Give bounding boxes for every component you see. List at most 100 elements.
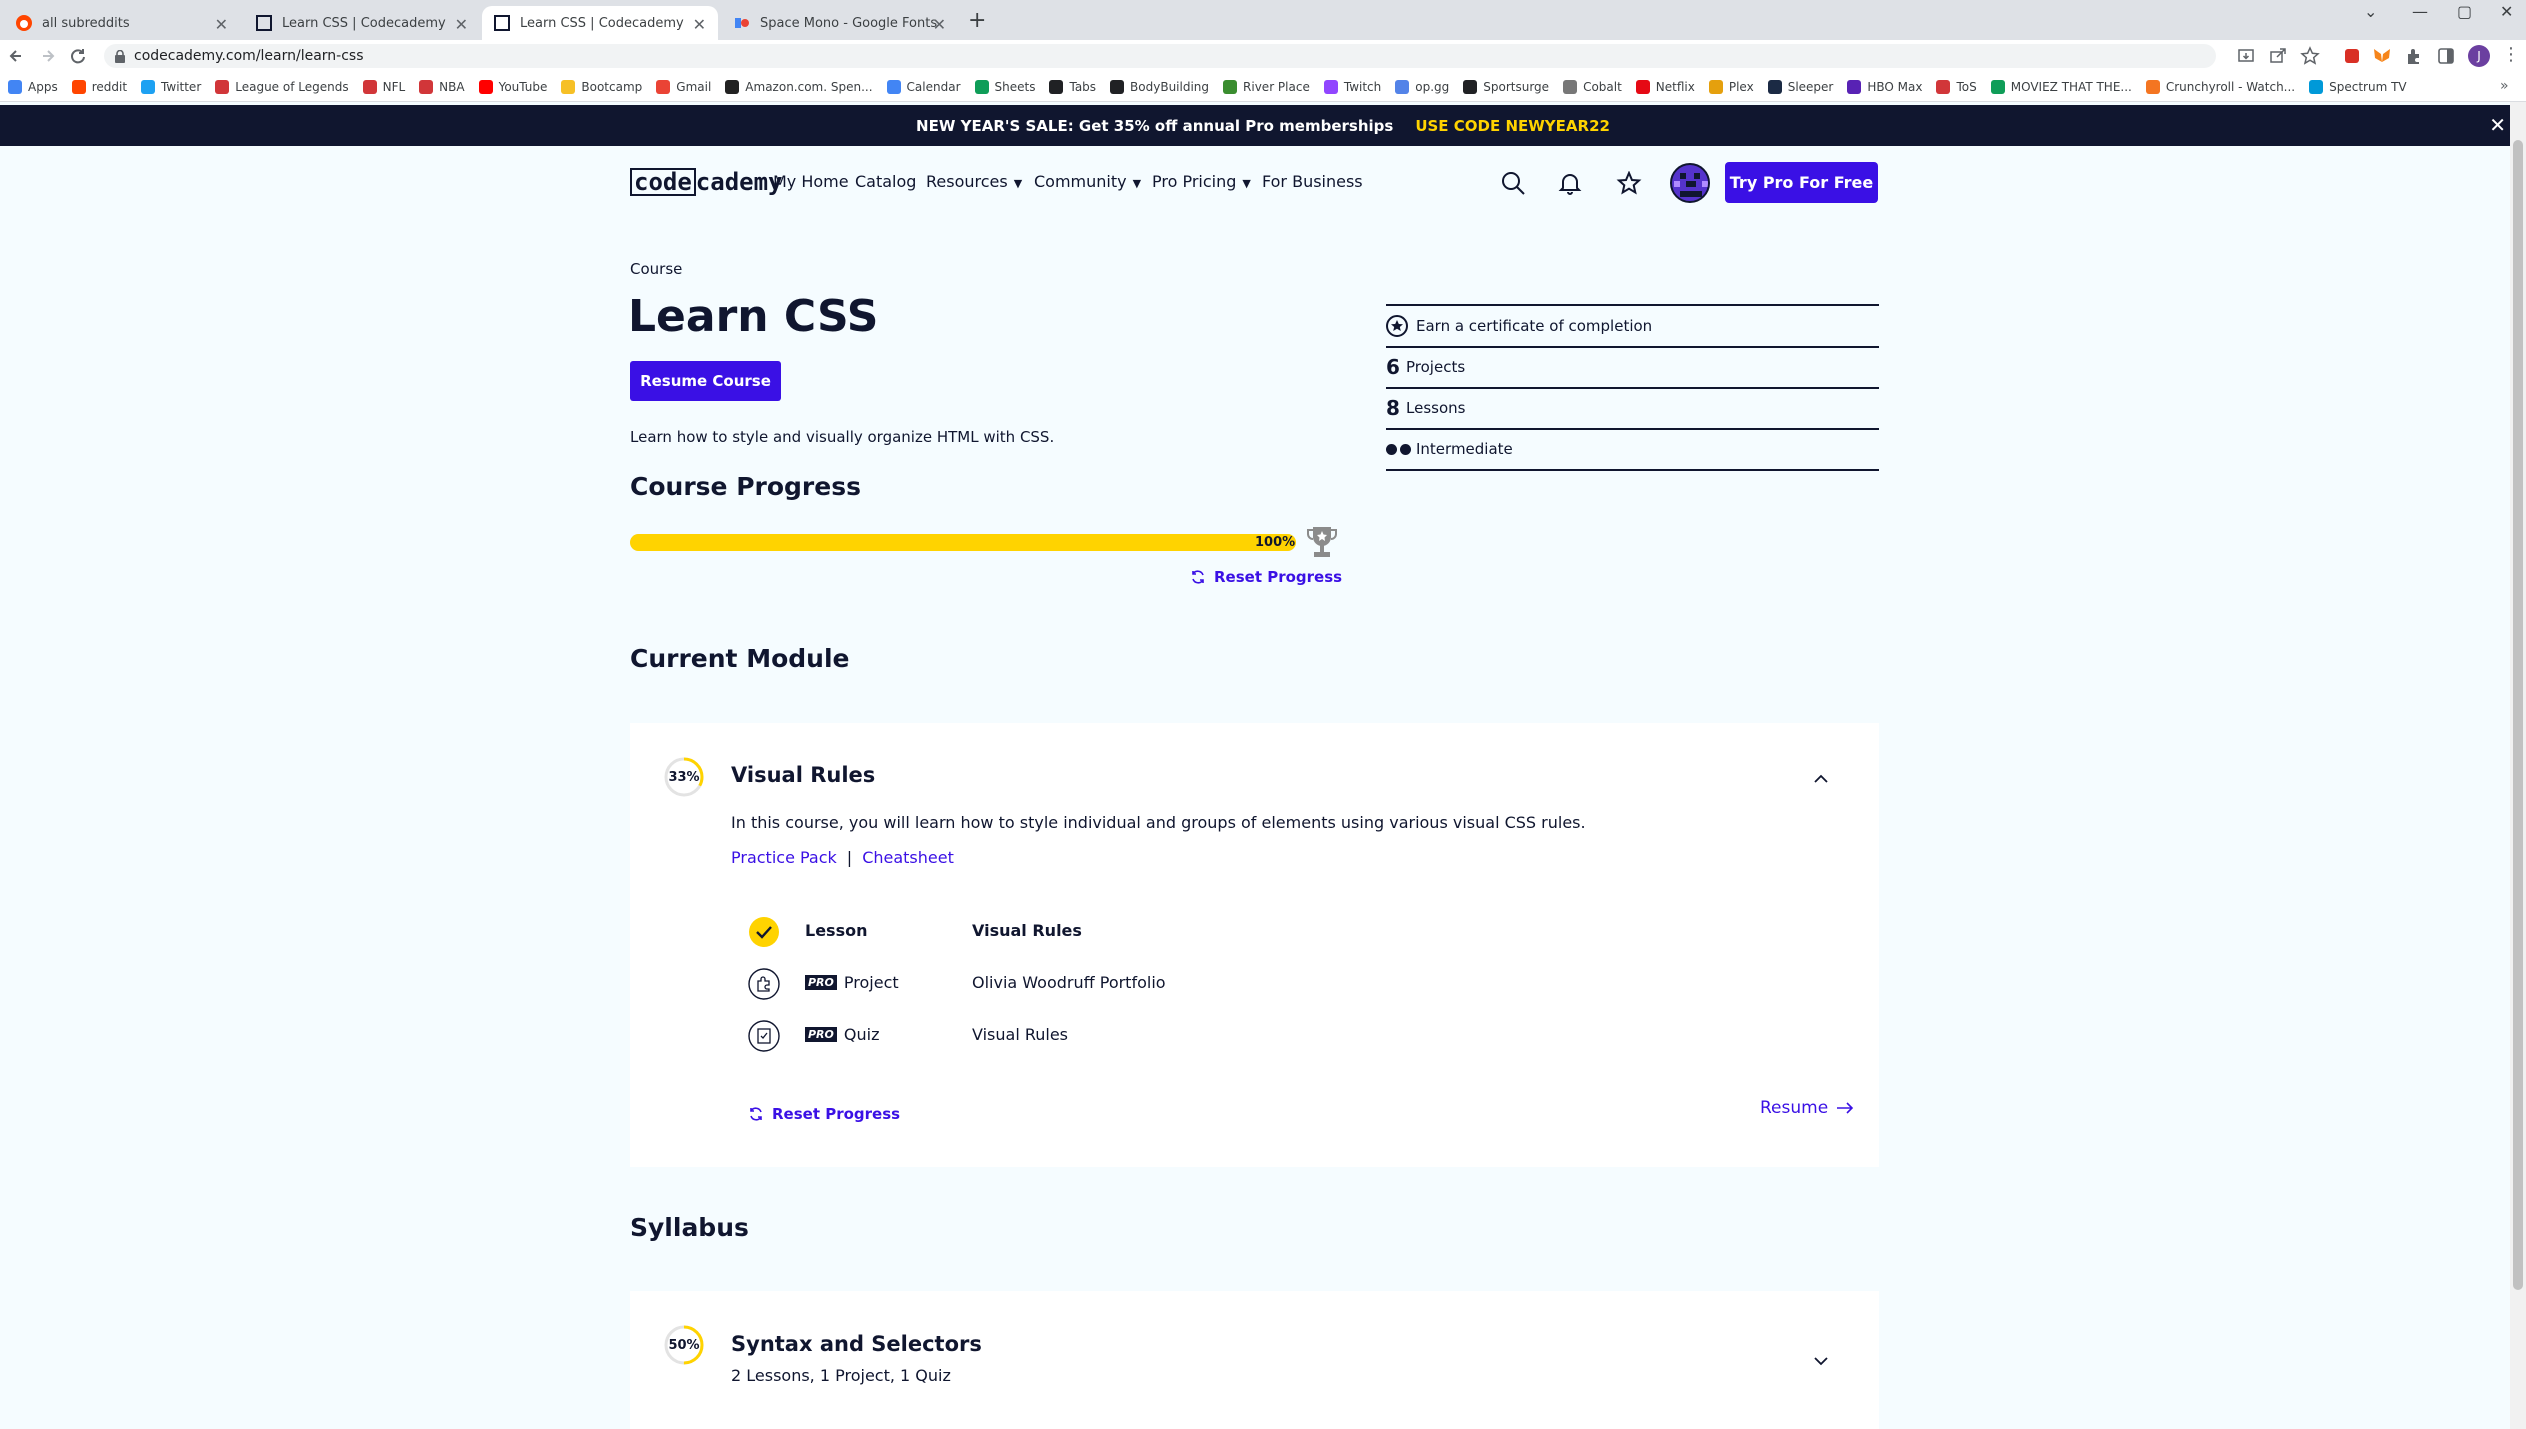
bookmark-item[interactable]: HBO Max <box>1847 79 1922 94</box>
try-pro-button[interactable]: Try Pro For Free <box>1725 162 1878 203</box>
bookmark-item[interactable]: ToS <box>1936 79 1977 94</box>
user-avatar[interactable] <box>1670 163 1710 203</box>
nav-resources-label: Resources <box>926 172 1008 191</box>
bookmark-favicon-icon <box>1767 79 1782 94</box>
bookmark-item[interactable]: Twitch <box>1323 79 1381 94</box>
nav-community[interactable]: Community ▼ <box>1034 172 1141 191</box>
close-window-icon[interactable]: ✕ <box>2500 2 2513 21</box>
bookmark-label: Calendar <box>906 79 961 94</box>
minimize-window-icon[interactable]: — <box>2412 2 2428 21</box>
bookmark-item[interactable]: NBA <box>419 79 465 94</box>
scrollbar-thumb[interactable] <box>2513 140 2523 1290</box>
module-reset-progress-link[interactable]: Reset Progress <box>748 1105 900 1123</box>
extension-icon[interactable] <box>2342 46 2362 66</box>
bookmark-item[interactable]: op.gg <box>1395 79 1450 94</box>
bookmark-label: BodyBuilding <box>1130 79 1210 94</box>
search-icon[interactable] <box>1500 170 1526 196</box>
nav-my-home[interactable]: My Home <box>773 172 849 191</box>
bookmark-item[interactable]: reddit <box>71 79 127 94</box>
reset-progress-link[interactable]: Reset Progress <box>1190 568 1342 586</box>
forward-arrow-icon[interactable] <box>38 46 58 66</box>
address-bar[interactable]: codecademy.com/learn/learn-css <box>104 44 2216 68</box>
module-item-name[interactable]: Olivia Woodruff Portfolio <box>972 973 1166 992</box>
bookmark-item[interactable]: Bootcamp <box>561 79 642 94</box>
bookmark-item[interactable]: Plex <box>1708 79 1754 94</box>
codecademy-logo[interactable]: code cademy <box>630 168 783 196</box>
bookmark-label: League of Legends <box>235 79 349 94</box>
bookmark-item[interactable]: River Place <box>1223 79 1310 94</box>
close-tab-icon[interactable]: ✕ <box>455 15 468 34</box>
share-icon[interactable] <box>2268 46 2288 66</box>
bookmark-label: ToS <box>1956 79 1977 94</box>
cheatsheet-link[interactable]: Cheatsheet <box>862 848 954 867</box>
bookmark-item[interactable]: Twitter <box>141 79 201 94</box>
bookmark-item[interactable]: YouTube <box>478 79 547 94</box>
module-resume-link[interactable]: Resume <box>1760 1098 1854 1118</box>
close-tab-icon[interactable]: ✕ <box>693 15 706 34</box>
close-banner-icon[interactable]: ✕ <box>2489 113 2506 137</box>
expand-chevron-down-icon[interactable] <box>1810 1350 1832 1372</box>
saved-star-icon[interactable] <box>1616 171 1642 197</box>
logo-cademy: cademy <box>695 168 783 196</box>
bookmark-item[interactable]: Sportsurge <box>1463 79 1549 94</box>
close-tab-icon[interactable]: ✕ <box>933 15 946 34</box>
profile-initial: J <box>2477 49 2481 63</box>
new-tab-plus-icon[interactable]: + <box>968 8 986 33</box>
nav-catalog[interactable]: Catalog <box>855 172 916 191</box>
bookmark-item[interactable]: Calendar <box>886 79 961 94</box>
bookmark-favicon-icon <box>656 79 671 94</box>
bookmark-favicon-icon <box>2309 79 2324 94</box>
back-arrow-icon[interactable] <box>6 46 26 66</box>
tab-search-chevron-icon[interactable]: ⌄ <box>2364 2 2377 21</box>
side-panel-icon[interactable] <box>2436 46 2456 66</box>
bookmark-item[interactable]: Sleeper <box>1767 79 1833 94</box>
bookmark-item[interactable]: Spectrum TV <box>2309 79 2407 94</box>
maximize-window-icon[interactable]: ▢ <box>2457 2 2472 21</box>
course-description: Learn how to style and visually organize… <box>630 428 1055 446</box>
bookmark-item[interactable]: Amazon.com. Spen... <box>725 79 873 94</box>
metamask-extension-icon[interactable] <box>2372 46 2392 66</box>
bookmark-favicon-icon <box>1990 79 2005 94</box>
extensions-puzzle-icon[interactable] <box>2404 46 2424 66</box>
bookmark-item[interactable]: Tabs <box>1049 79 1096 94</box>
module-item-type: Quiz <box>843 1025 880 1044</box>
bookmark-item[interactable]: MOVIEZ THAT THE... <box>1990 79 2132 94</box>
browser-tab[interactable]: Space Mono - Google Fonts ✕ <box>722 6 958 40</box>
install-app-icon[interactable] <box>2236 46 2256 66</box>
collapse-chevron-up-icon[interactable] <box>1810 768 1832 790</box>
bookmark-item[interactable]: Sheets <box>974 79 1035 94</box>
syllabus-module-card[interactable] <box>630 1291 1879 1429</box>
bookmark-item[interactable]: League of Legends <box>215 79 349 94</box>
close-tab-icon[interactable]: ✕ <box>215 15 228 34</box>
bookmark-favicon-icon <box>725 79 740 94</box>
lock-icon[interactable] <box>114 50 126 63</box>
browser-menu-icon[interactable]: ⋮ <box>2502 44 2522 65</box>
notification-bell-icon[interactable] <box>1557 170 1583 196</box>
module-item-type-row: PRO Project <box>805 973 899 992</box>
bookmark-label: op.gg <box>1415 79 1450 94</box>
module-item-name[interactable]: Visual Rules <box>972 1025 1068 1044</box>
promo-banner[interactable]: NEW YEAR'S SALE: Get 35% off annual Pro … <box>0 105 2526 146</box>
browser-tab[interactable]: Learn CSS | Codecademy ✕ <box>244 6 480 40</box>
divider <box>1386 469 1879 471</box>
module-item-name[interactable]: Visual Rules <box>972 921 1082 940</box>
bookmark-item[interactable]: Apps <box>8 79 58 94</box>
nav-resources[interactable]: Resources ▼ <box>926 172 1022 191</box>
reload-icon[interactable] <box>68 46 88 66</box>
bookmark-item[interactable]: Gmail <box>656 79 711 94</box>
bookmark-item[interactable]: Cobalt <box>1563 79 1622 94</box>
browser-tab-active[interactable]: Learn CSS | Codecademy ✕ <box>482 6 718 40</box>
bookmark-item[interactable]: Netflix <box>1635 79 1695 94</box>
practice-pack-link[interactable]: Practice Pack <box>731 848 837 867</box>
profile-avatar[interactable]: J <box>2468 45 2490 67</box>
more-bookmarks-chevron-icon[interactable]: » <box>2500 78 2509 94</box>
bookmark-item[interactable]: NFL <box>362 79 405 94</box>
browser-tab[interactable]: all subreddits ✕ <box>4 6 240 40</box>
bookmark-star-icon[interactable] <box>2300 46 2320 66</box>
bookmark-label: Plex <box>1728 79 1754 94</box>
nav-for-business[interactable]: For Business <box>1262 172 1363 191</box>
bookmark-item[interactable]: Crunchyroll - Watch... <box>2145 79 2295 94</box>
resume-course-button[interactable]: Resume Course <box>630 361 781 401</box>
nav-pro-pricing[interactable]: Pro Pricing ▼ <box>1152 172 1251 191</box>
bookmark-item[interactable]: BodyBuilding <box>1110 79 1210 94</box>
